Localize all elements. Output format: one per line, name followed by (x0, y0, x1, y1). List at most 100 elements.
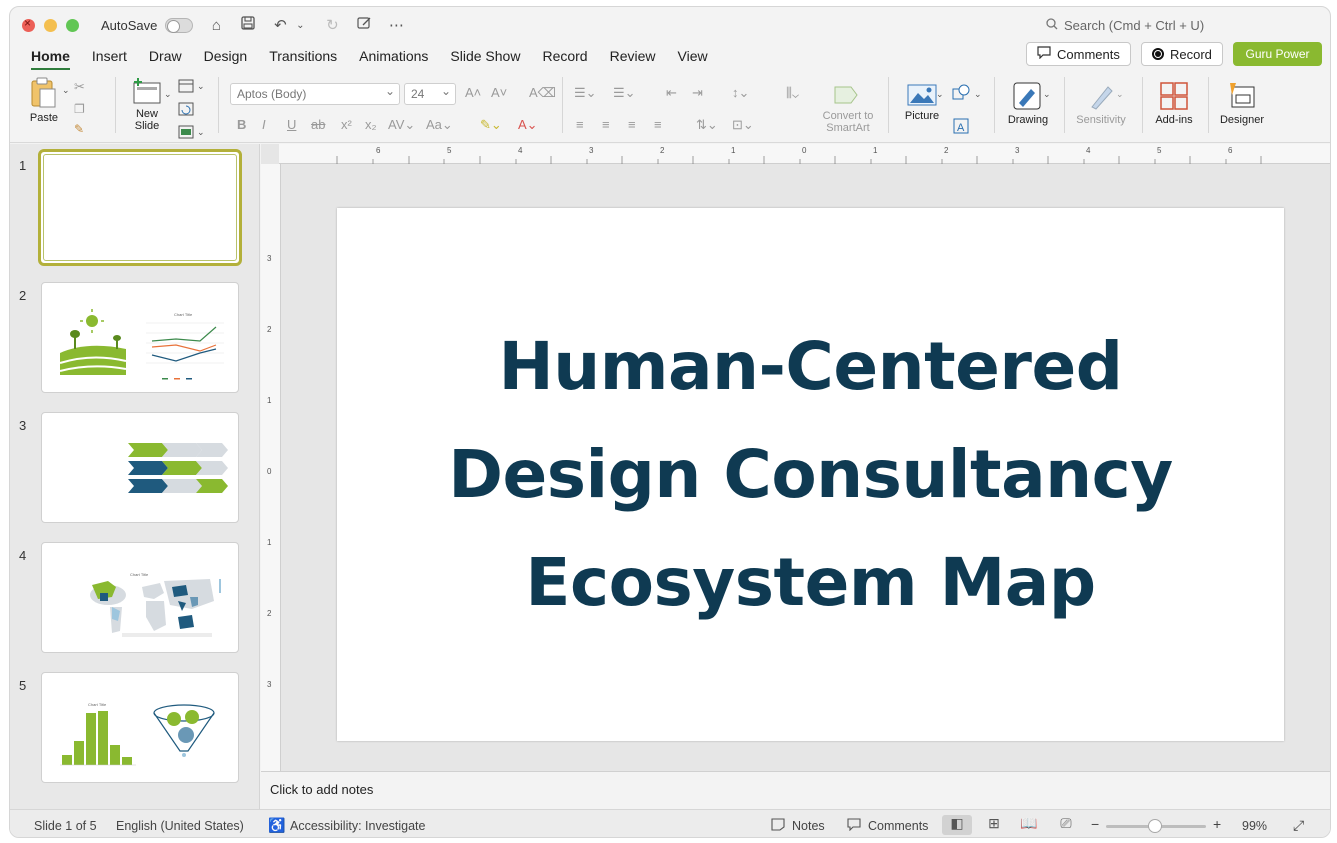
paste-button[interactable]: Paste (22, 77, 66, 124)
increase-indent-icon[interactable]: ⇥ (692, 85, 703, 101)
slide-thumbnail-5[interactable]: Chart Title (41, 672, 239, 783)
guru-power-button[interactable]: Guru Power (1233, 42, 1322, 66)
tab-view[interactable]: View (667, 43, 719, 69)
drawing-dropdown-icon[interactable]: ⌄ (1043, 89, 1051, 100)
save-icon[interactable] (239, 16, 257, 34)
fit-to-window-icon[interactable]: ⤢ (1293, 817, 1304, 834)
status-comment-icon[interactable] (847, 818, 861, 834)
record-button[interactable]: Record (1141, 42, 1223, 66)
undo-icon[interactable]: ↶ (271, 16, 289, 34)
layout-dropdown-icon[interactable]: ⌄ (197, 81, 205, 92)
superscript-icon[interactable]: x² (341, 117, 352, 132)
tab-design[interactable]: Design (193, 43, 259, 69)
tab-insert[interactable]: Insert (81, 43, 138, 69)
strikethrough-icon[interactable]: ab (311, 117, 325, 132)
underline-icon[interactable]: U (287, 117, 296, 132)
minimize-window-button[interactable] (44, 18, 57, 32)
sensitivity-button[interactable]: Sensitivity (1072, 81, 1130, 126)
slide-thumbnail-4[interactable]: Chart Title (41, 542, 239, 653)
accessibility-status[interactable]: Accessibility: Investigate (290, 819, 425, 833)
comments-toggle[interactable]: Comments (868, 819, 928, 833)
slide-thumbnail-3[interactable] (41, 412, 239, 523)
section-dropdown-icon[interactable]: ⌄ (197, 127, 205, 138)
designer-button[interactable]: Designer (1214, 81, 1270, 126)
language-indicator[interactable]: English (United States) (116, 819, 244, 833)
zoom-slider-handle[interactable] (1148, 819, 1162, 833)
subscript-icon[interactable]: x₂ (365, 117, 377, 132)
search-box[interactable]: Search (Cmd + Ctrl + U) (1046, 18, 1204, 33)
align-right-icon[interactable]: ≡ (628, 117, 636, 132)
tab-slide-show[interactable]: Slide Show (439, 43, 531, 69)
slide-editor[interactable]: 6 5 4 3 2 1 0 1 2 3 4 5 6 3 2 1 0 1 2 3 … (261, 144, 1330, 771)
copy-icon[interactable]: ❐ (74, 102, 85, 116)
decrease-indent-icon[interactable]: ⇤ (666, 85, 677, 101)
cut-icon[interactable]: ✂ (74, 79, 85, 95)
bold-icon[interactable]: B (237, 117, 246, 132)
increase-font-icon[interactable]: A˄ (465, 85, 481, 100)
sensitivity-dropdown-icon[interactable]: ⌄ (1116, 89, 1124, 100)
font-color-icon[interactable]: A⌄ (518, 117, 538, 133)
tab-transitions[interactable]: Transitions (258, 43, 348, 69)
tab-draw[interactable]: Draw (138, 43, 193, 69)
zoom-window-button[interactable] (66, 18, 79, 32)
tab-review[interactable]: Review (599, 43, 667, 69)
drawing-button[interactable]: Drawing (1004, 81, 1052, 126)
columns-icon[interactable]: ⫼⌄ (786, 85, 799, 101)
notes-toggle[interactable]: Notes (792, 819, 825, 833)
layout-icon[interactable] (178, 79, 194, 96)
text-direction-icon[interactable]: ⇅⌄ (696, 117, 718, 133)
slide-sorter-icon[interactable]: ⊞ (979, 815, 1009, 835)
align-left-icon[interactable]: ≡ (576, 117, 584, 132)
slide-canvas[interactable]: Human-Centered Design Consultancy Ecosys… (337, 208, 1284, 741)
convert-to-smartart-button[interactable]: Convert to SmartArt (816, 83, 880, 134)
character-spacing-icon[interactable]: AV⌄ (388, 117, 415, 133)
slide-title[interactable]: Human-Centered Design Consultancy Ecosys… (431, 313, 1191, 637)
shapes-dropdown-icon[interactable]: ⌄ (974, 89, 982, 100)
align-center-icon[interactable]: ≡ (602, 117, 610, 132)
italic-icon[interactable]: I (262, 117, 266, 132)
format-painter-icon[interactable]: ✎ (74, 122, 84, 136)
highlight-icon[interactable]: ✎⌄ (480, 117, 502, 133)
accessibility-icon[interactable]: ♿ (268, 817, 285, 834)
bullets-icon[interactable]: ☰⌄ (574, 85, 597, 101)
notes-pane[interactable]: Click to add notes (261, 771, 1330, 809)
line-spacing-icon[interactable]: ↕⌄ (732, 85, 749, 101)
numbering-icon[interactable]: ☰⌄ (613, 85, 636, 101)
reset-slide-icon[interactable] (178, 102, 194, 119)
section-icon[interactable] (178, 125, 194, 142)
zoom-level[interactable]: 99% (1242, 819, 1267, 833)
change-case-icon[interactable]: Aa⌄ (426, 117, 453, 133)
autosave-toggle[interactable] (165, 17, 194, 33)
close-window-button[interactable] (22, 16, 35, 32)
home-icon[interactable]: ⌂ (207, 17, 225, 34)
slide-thumbnail-1[interactable] (38, 149, 242, 266)
normal-view-icon[interactable]: ◧ (942, 815, 972, 835)
font-name-select[interactable]: Aptos (Body) (230, 83, 400, 105)
add-ins-button[interactable]: Add-ins (1150, 81, 1198, 126)
slideshow-view-icon[interactable]: ⎚ (1051, 815, 1081, 835)
new-slide-dropdown-icon[interactable]: ⌄ (164, 89, 172, 100)
picture-dropdown-icon[interactable]: ⌄ (936, 89, 944, 100)
tab-home[interactable]: Home (20, 43, 81, 70)
text-box-icon[interactable]: A (952, 117, 970, 138)
justify-icon[interactable]: ≡ (654, 117, 662, 132)
tab-animations[interactable]: Animations (348, 43, 439, 69)
paste-dropdown-icon[interactable]: ⌄ (62, 85, 70, 96)
customize-icon[interactable] (355, 16, 373, 34)
align-text-icon[interactable]: ⊡⌄ (732, 117, 754, 133)
zoom-out-icon[interactable]: − (1091, 816, 1099, 832)
comments-button[interactable]: Comments (1026, 42, 1131, 66)
more-icon[interactable]: ⋯ (387, 16, 405, 34)
tab-record[interactable]: Record (531, 43, 598, 69)
decrease-font-icon[interactable]: A˅ (491, 85, 507, 100)
zoom-in-icon[interactable]: + (1213, 816, 1221, 832)
redo-icon[interactable]: ↻ (323, 16, 341, 34)
new-slide-button[interactable]: New Slide (126, 77, 168, 132)
undo-dropdown-icon[interactable]: ⌄ (291, 20, 309, 31)
shapes-icon[interactable] (952, 83, 972, 104)
font-size-select[interactable]: 24 (404, 83, 456, 105)
clear-formatting-icon[interactable]: A⌫ (529, 85, 556, 101)
notes-icon[interactable] (771, 818, 785, 834)
reading-view-icon[interactable]: 📖 (1014, 815, 1044, 835)
slide-thumbnail-2[interactable]: Chart Title (41, 282, 239, 393)
